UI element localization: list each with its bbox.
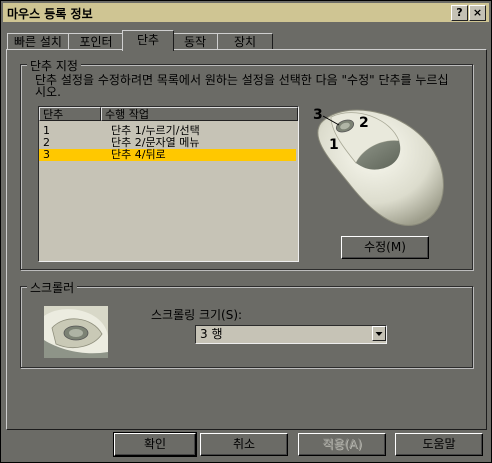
column-header-button[interactable]: 단추: [39, 107, 101, 121]
mouse-illustration: [317, 109, 444, 226]
help-title-button[interactable]: ?: [451, 5, 468, 21]
tab-buttons[interactable]: 단추: [122, 30, 174, 51]
scroller-label: 스크롤러: [27, 279, 78, 296]
callout-button-3: 3: [313, 107, 323, 123]
cancel-button[interactable]: 취소: [200, 433, 288, 456]
callout-button-1: 1: [329, 137, 339, 153]
chevron-down-icon: [375, 332, 383, 336]
button-assignment-label: 단추 지정: [27, 57, 81, 74]
ok-button[interactable]: 확인: [113, 432, 197, 457]
list-item-action: 단추 4/뒤로: [111, 148, 166, 161]
dropdown-arrow-button[interactable]: [372, 326, 386, 341]
help-button-label: 도움말: [422, 437, 456, 451]
list-item-button: 3: [43, 148, 50, 161]
window-title: 마우스 등록 정보: [7, 7, 93, 21]
button-description: 단추 설정을 수정하려면 목록에서 원하는 설정을 선택한 다음 "수정" 단추…: [35, 73, 449, 99]
scroll-size-label: 스크롤링 크기(S):: [151, 308, 243, 322]
scroll-wheel-image: [44, 306, 108, 358]
list-header: 단추 수행 작업: [39, 107, 298, 122]
scroll-size-value: 3 행: [200, 327, 223, 341]
cancel-button-label: 취소: [232, 437, 256, 451]
list-item-selected[interactable]: 3 단추 4/뒤로: [39, 149, 296, 161]
callout-button-2: 2: [359, 115, 369, 131]
modify-button[interactable]: 수정(M): [341, 236, 429, 259]
tab-pointer[interactable]: 포인터: [68, 33, 124, 50]
column-header-action[interactable]: 수행 작업: [101, 107, 298, 121]
apply-button[interactable]: 적용(A): [298, 433, 386, 456]
help-button[interactable]: 도움말: [395, 433, 483, 456]
close-title-button[interactable]: ×: [469, 5, 486, 21]
button-list[interactable]: 단추 수행 작업 1 단추 1/누르기/선택 2 단추 2/문자열 메뉴 3 단…: [38, 106, 299, 262]
apply-button-label: 적용(A): [322, 437, 362, 451]
modify-button-label: 수정(M): [364, 240, 406, 254]
scroll-size-select[interactable]: 3 행: [195, 325, 387, 344]
tab-motion[interactable]: 동작: [172, 33, 218, 50]
mouse-properties-dialog: 마우스 등록 정보 ? × 빠른 설치 포인터 단추 동작 장치 단추 지정 단…: [0, 0, 492, 463]
tab-quick-setup[interactable]: 빠른 설치: [7, 33, 69, 50]
title-bar: 마우스 등록 정보 ? ×: [3, 3, 489, 22]
list-item[interactable]: 2 단추 2/문자열 메뉴: [39, 137, 296, 149]
tab-device[interactable]: 장치: [217, 33, 273, 50]
ok-button-label: 확인: [143, 437, 167, 451]
